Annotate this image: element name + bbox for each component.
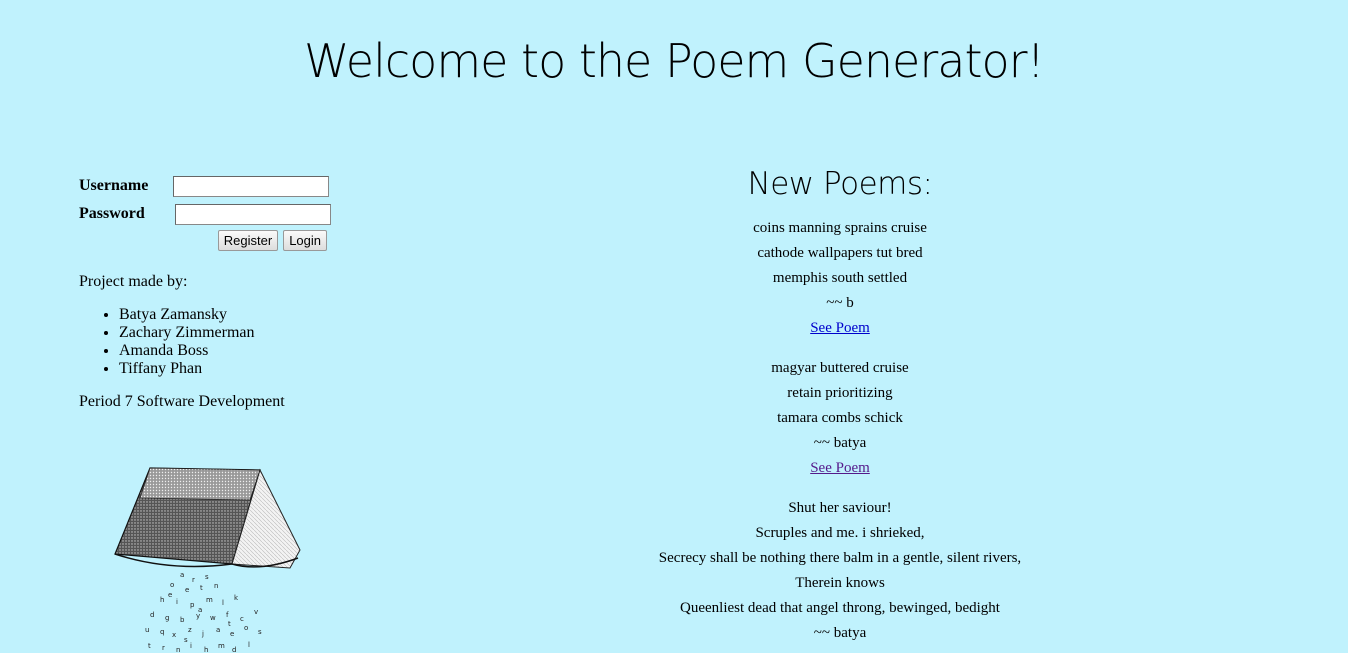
svg-text:o: o [170, 581, 174, 589]
password-label: Password [79, 205, 145, 222]
svg-text:q: q [160, 628, 164, 636]
page: Welcome to the Poem Generator! Username … [0, 0, 1348, 653]
login-button[interactable]: Login [283, 230, 327, 251]
poem-author: ~~ batya [813, 625, 867, 641]
see-poem-link[interactable]: See Poem [810, 320, 870, 336]
svg-text:a: a [216, 626, 220, 634]
poems-column: New Poems: coins manning sprains cruise … [540, 160, 1140, 653]
svg-text:a: a [180, 571, 184, 579]
poem-line: Shut her saviour! [788, 500, 892, 516]
see-poem-link[interactable]: See Poem [810, 460, 870, 476]
poem-line: coins manning sprains cruise [753, 220, 927, 236]
svg-text:v: v [254, 608, 258, 616]
form-buttons: Register Login [79, 230, 327, 251]
svg-text:l: l [222, 599, 224, 607]
svg-text:n: n [214, 582, 218, 590]
svg-text:p: p [190, 601, 195, 609]
poem-card: magyar buttered cruise retain prioritizi… [540, 356, 1140, 481]
course-label: Period 7 Software Development [79, 393, 285, 410]
svg-text:u: u [145, 626, 149, 634]
svg-text:f: f [226, 611, 229, 619]
poem-card: Shut her saviour! Scruples and me. i shr… [540, 496, 1140, 646]
svg-text:k: k [234, 594, 239, 602]
svg-text:l: l [248, 641, 250, 649]
credits-heading: Project made by: [79, 273, 188, 290]
poem-author: ~~ batya [813, 435, 867, 451]
svg-text:s: s [205, 573, 209, 581]
poem-card: coins manning sprains cruise cathode wal… [540, 216, 1140, 341]
poem-line: memphis south settled [772, 270, 908, 286]
svg-text:r: r [192, 576, 195, 584]
svg-text:m: m [218, 642, 225, 650]
svg-text:c: c [240, 615, 244, 623]
svg-text:b: b [180, 616, 185, 624]
svg-text:t: t [228, 620, 231, 628]
svg-text:m: m [206, 596, 213, 604]
svg-text:j: j [201, 630, 204, 638]
svg-text:o: o [244, 624, 248, 632]
svg-text:r: r [162, 644, 165, 652]
password-row: Password [79, 200, 379, 228]
svg-text:t: t [200, 584, 203, 592]
svg-text:d: d [232, 646, 236, 653]
page-title: Welcome to the Poem Generator! [304, 34, 1045, 88]
username-input[interactable] [173, 175, 329, 197]
svg-text:e: e [230, 630, 234, 638]
members-list: Batya Zamansky Zachary Zimmerman Amanda … [79, 306, 379, 378]
username-label: Username [79, 177, 149, 194]
poem-line: cathode wallpapers tut bred [757, 245, 923, 261]
left-column: Username Password Register Login Project… [79, 172, 379, 411]
poem-line: Therein knows [795, 575, 885, 591]
svg-text:n: n [176, 646, 180, 653]
poem-line: tamara combs schick [777, 410, 903, 426]
svg-text:e: e [185, 586, 189, 594]
register-button[interactable]: Register [217, 230, 279, 251]
svg-text:g: g [165, 614, 169, 622]
member-item: Zachary Zimmerman [119, 324, 379, 342]
svg-text:a: a [198, 606, 202, 614]
svg-text:x: x [172, 631, 176, 639]
password-input[interactable] [175, 203, 331, 225]
svg-text:s: s [258, 628, 262, 636]
svg-text:s: s [184, 636, 188, 644]
svg-text:h: h [160, 596, 164, 604]
poem-line: Secrecy shall be nothing there balm in a… [658, 550, 1022, 566]
poem-line: Queenliest dead that angel throng, bewin… [680, 600, 1000, 616]
book-illustration: ar s oe t n h i pm lk d g b y w f cv u q xz j a eo s trnih… [114, 467, 301, 653]
member-item: Amanda Boss [119, 342, 379, 360]
svg-text:w: w [210, 614, 216, 622]
member-item: Batya Zamansky [119, 306, 379, 324]
poem-line: magyar buttered cruise [771, 360, 909, 376]
username-row: Username [79, 172, 379, 200]
svg-text:h: h [204, 646, 208, 653]
poem-author: ~~ b [826, 295, 854, 311]
login-form: Username Password Register Login [79, 172, 379, 251]
svg-text:i: i [190, 642, 192, 650]
svg-text:t: t [148, 642, 151, 650]
svg-text:z: z [188, 626, 192, 634]
member-item: Tiffany Phan [119, 360, 379, 378]
svg-text:i: i [176, 598, 178, 606]
poem-line: retain prioritizing [787, 385, 893, 401]
poems-heading: New Poems: [747, 166, 933, 202]
svg-text:e: e [168, 591, 172, 599]
poem-line: Scruples and me. i shrieked, [755, 525, 925, 541]
svg-text:d: d [150, 611, 154, 619]
